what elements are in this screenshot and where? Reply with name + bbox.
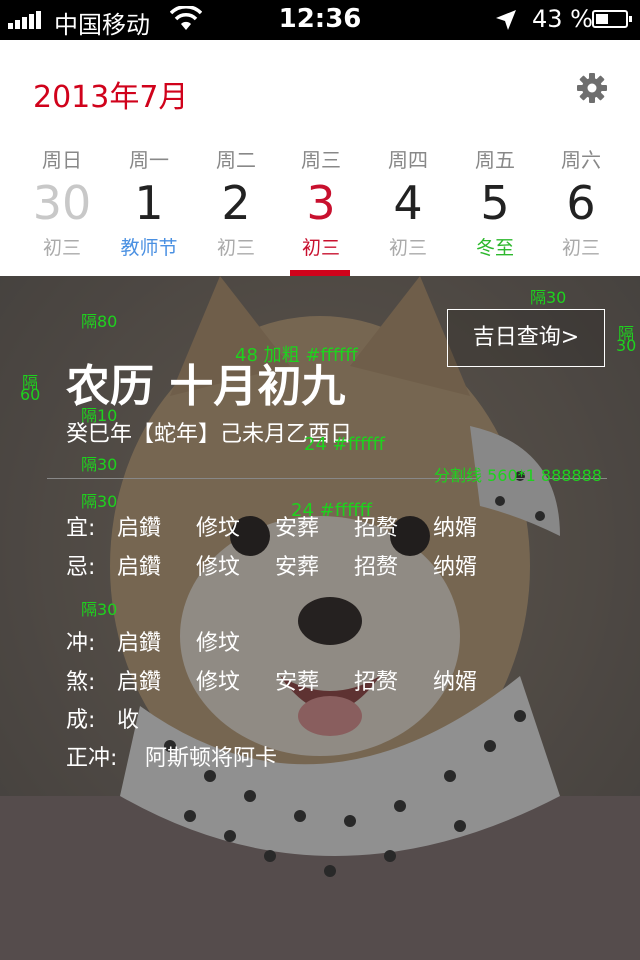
sha-label: 煞:	[66, 670, 96, 695]
weekday-label: 周四	[388, 148, 428, 172]
spacing-annotation: 隔10	[81, 406, 118, 425]
day-cell[interactable]: 周二 2 初三	[191, 140, 281, 276]
weekday-label: 周日	[42, 148, 82, 172]
sha-item: 安葬	[275, 670, 320, 695]
chong-item: 启鑽	[117, 631, 162, 656]
weekday-label: 周一	[129, 148, 169, 172]
font-annotation: 24 #ffffff	[304, 434, 385, 455]
lunar-day-label: 初三	[42, 237, 81, 259]
cheng-value: 收	[117, 708, 140, 733]
zhengchong-row: 正冲: 阿斯顿将阿卡	[66, 740, 277, 772]
zhengchong-value: 阿斯顿将阿卡	[145, 746, 278, 771]
divider-annotation: 分割线 560*1 888888	[434, 466, 602, 485]
spacing-annotation: 隔30	[81, 492, 118, 511]
sha-item: 修坟	[196, 670, 241, 695]
weekday-label: 周五	[475, 148, 515, 172]
font-annotation: 48 加粗 #ffffff	[235, 345, 358, 366]
auspicious-day-search-button[interactable]: 吉日查询>	[447, 309, 605, 367]
ji-label: 忌:	[66, 555, 96, 580]
sha-item: 招赘	[354, 670, 399, 695]
week-strip: 周日 30 初三 周一 1 教师节 周二 2 初三 周三 3 初三 周四 4 初…	[0, 140, 640, 276]
ji-item: 安葬	[275, 555, 320, 580]
ji-item: 启鑽	[117, 555, 162, 580]
day-number: 3	[306, 176, 336, 230]
yi-item: 启鑽	[117, 516, 162, 541]
day-cell[interactable]: 周一 1 教师节	[104, 140, 194, 276]
day-number: 4	[393, 176, 423, 230]
battery-icon	[592, 10, 632, 28]
lunar-day-label: 初三	[561, 237, 600, 259]
ji-item: 修坟	[196, 555, 241, 580]
lunar-day-label: 初三	[301, 237, 340, 259]
gear-icon[interactable]	[576, 72, 608, 104]
cheng-label: 成:	[66, 708, 96, 733]
day-number: 30	[32, 176, 92, 230]
yi-row: 宜: 启鑽 修坟 安葬 招赘 纳婿	[66, 510, 505, 542]
month-title[interactable]: 2013年7月	[33, 72, 188, 116]
yi-item: 纳婿	[433, 516, 478, 541]
spacing-annotation: 隔80	[81, 312, 118, 331]
font-annotation: 24 #ffffff	[291, 500, 372, 521]
weekday-label: 周六	[561, 148, 601, 172]
spacing-annotation: 隔30	[530, 288, 567, 307]
sha-item: 启鑽	[117, 670, 162, 695]
sha-row: 煞: 启鑽 修坟 安葬 招赘 纳婿	[66, 664, 505, 696]
ji-item: 纳婿	[433, 555, 478, 580]
day-number: 1	[134, 176, 164, 230]
yi-item: 修坟	[196, 516, 241, 541]
festival-label: 教师节	[120, 237, 178, 259]
day-number: 2	[221, 176, 251, 230]
day-cell[interactable]: 周五 5 冬至	[450, 140, 540, 276]
lunar-day-label: 初三	[388, 237, 427, 259]
spacing-annotation: 隔30	[81, 455, 118, 474]
battery-percent: 43 %	[532, 5, 593, 33]
spacing-annotation: 30	[616, 336, 637, 355]
day-cell[interactable]: 周四 4 初三	[363, 140, 453, 276]
day-cell[interactable]: 周日 30 初三	[17, 140, 107, 276]
ji-item: 招赘	[354, 555, 399, 580]
day-cell-selected[interactable]: 周三 3 初三	[276, 140, 366, 276]
status-bar: 中国移动 12:36 43 %	[0, 0, 640, 40]
chong-label: 冲:	[66, 631, 96, 656]
spacing-annotation: 60	[20, 385, 41, 404]
sha-item: 纳婿	[433, 670, 478, 695]
cheng-row: 成: 收	[66, 702, 139, 734]
day-number: 6	[566, 176, 596, 230]
location-arrow-icon	[496, 10, 516, 30]
lunar-day-label: 初三	[216, 237, 255, 259]
spacing-annotation: 隔30	[81, 600, 118, 619]
calendar-header: 2013年7月 周日 30 初三 周一 1 教师节 周二 2 初三 周三 3 初…	[0, 40, 640, 276]
day-number: 5	[480, 176, 510, 230]
weekday-label: 周三	[301, 148, 341, 172]
day-cell[interactable]: 周六 6 初三	[536, 140, 626, 276]
yi-label: 宜:	[66, 516, 96, 541]
chong-item: 修坟	[196, 631, 241, 656]
ji-row: 忌: 启鑽 修坟 安葬 招赘 纳婿	[66, 549, 505, 581]
weekday-label: 周二	[216, 148, 256, 172]
chong-row: 冲: 启鑽 修坟	[66, 625, 268, 657]
solar-term-label: 冬至	[475, 237, 514, 259]
zhengchong-label: 正冲:	[66, 746, 118, 771]
